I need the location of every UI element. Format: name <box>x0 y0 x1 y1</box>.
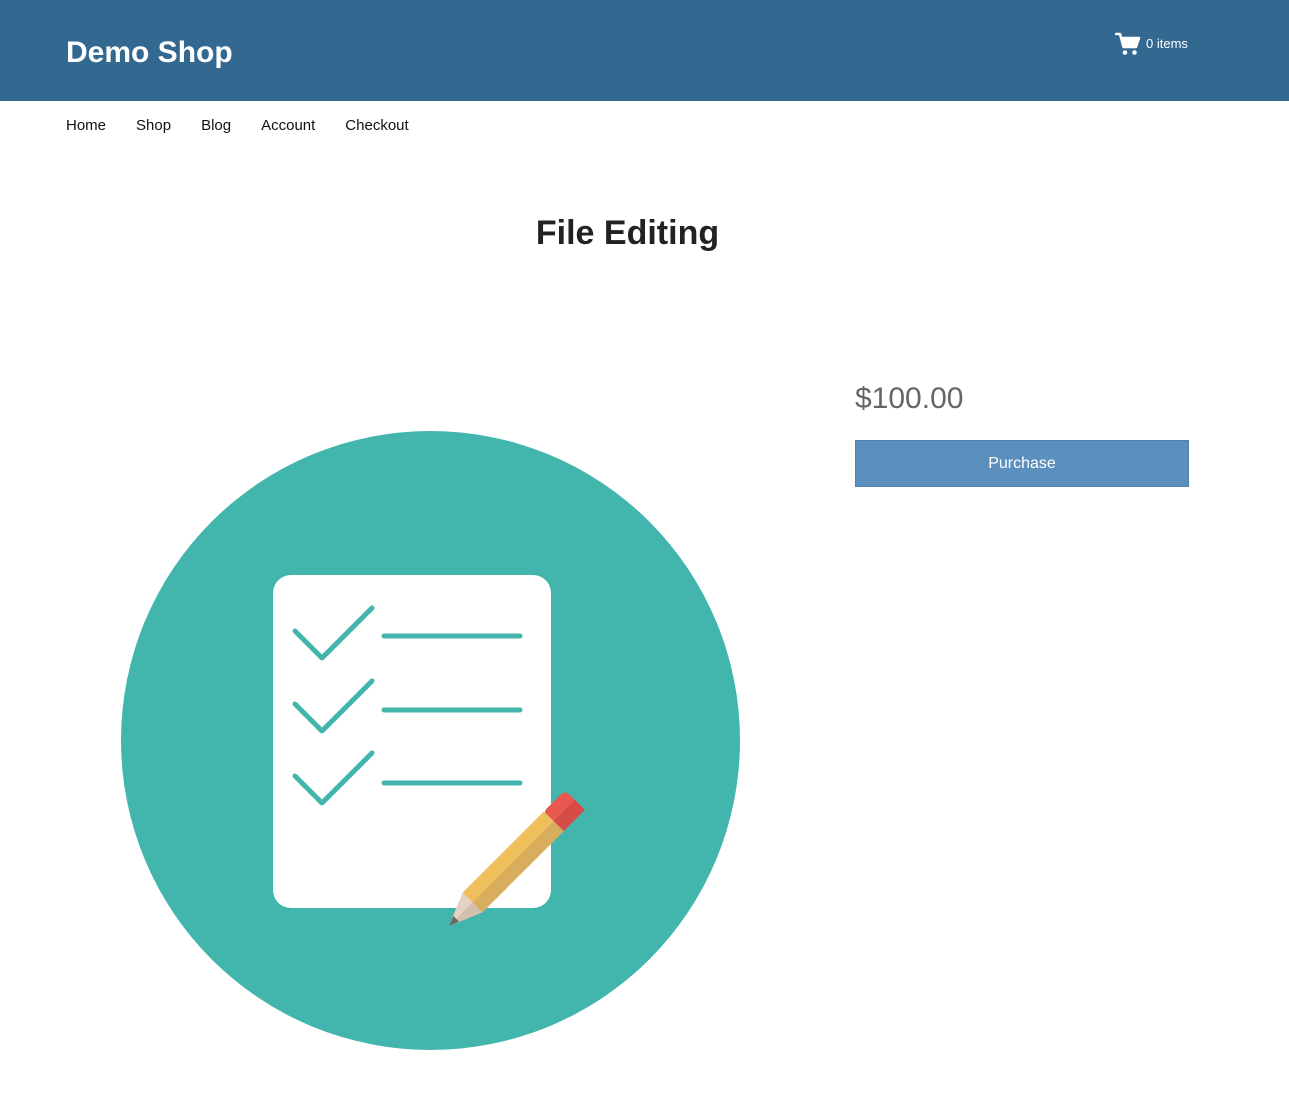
nav-item-home[interactable]: Home <box>66 114 106 138</box>
nav-item-shop[interactable]: Shop <box>136 114 171 138</box>
nav-item-blog[interactable]: Blog <box>201 114 231 138</box>
cart-count: 0 items <box>1146 36 1188 51</box>
main-nav: Home Shop Blog Account Checkout <box>66 114 439 138</box>
site-header: Demo Shop 0 items <box>0 0 1289 101</box>
cart-link[interactable]: 0 items <box>1114 31 1188 57</box>
product-price: $100.00 <box>855 382 964 415</box>
product-image[interactable] <box>120 430 741 1051</box>
checklist-with-pencil-illustration <box>121 431 740 1050</box>
purchase-button[interactable]: Purchase <box>855 440 1189 487</box>
product-title: File Editing <box>535 214 720 252</box>
shopping-cart-icon <box>1114 31 1141 57</box>
site-title-link[interactable]: Demo Shop <box>66 34 233 72</box>
nav-item-account[interactable]: Account <box>261 114 315 138</box>
nav-item-checkout[interactable]: Checkout <box>345 114 408 138</box>
